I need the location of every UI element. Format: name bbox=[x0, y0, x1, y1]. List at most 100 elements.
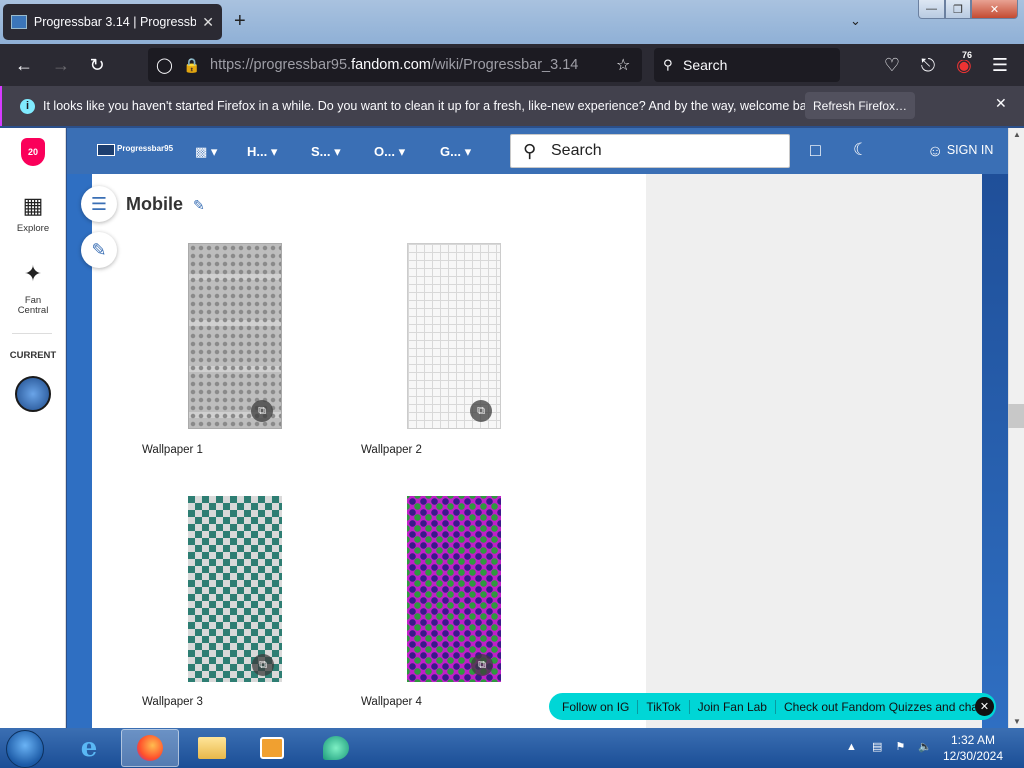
pencil-icon: ✎ bbox=[91, 239, 107, 260]
current-label: CURRENT bbox=[9, 350, 57, 361]
table-of-contents-button[interactable]: ☰ bbox=[81, 186, 117, 222]
wallpaper-caption: Wallpaper 1 bbox=[142, 444, 203, 456]
tiktok-link[interactable]: TikTok bbox=[638, 699, 690, 714]
messenger-icon[interactable] bbox=[307, 729, 365, 767]
dark-mode-moon-icon[interactable]: ☾ bbox=[853, 140, 868, 160]
current-wiki-avatar[interactable] bbox=[15, 376, 51, 412]
search-placeholder: Search bbox=[683, 57, 728, 73]
new-tab-icon[interactable]: + bbox=[234, 11, 246, 31]
sign-in-button[interactable]: ☺ SIGN IN bbox=[927, 143, 993, 161]
wallpaper-thumbnail[interactable]: ⧉ bbox=[188, 496, 282, 682]
network-icon[interactable]: ▤ bbox=[872, 741, 882, 753]
start-button[interactable] bbox=[6, 730, 44, 768]
browser-search-field[interactable]: ⚲ Search bbox=[654, 48, 840, 82]
system-clock[interactable]: 1:32 AM 12/30/2024 bbox=[930, 732, 1016, 764]
firefox-icon[interactable] bbox=[121, 729, 179, 767]
wallpaper-caption: Wallpaper 2 bbox=[361, 444, 422, 456]
internet-explorer-icon[interactable]: e bbox=[60, 729, 118, 767]
wiki-search-input[interactable]: ⚲ Search bbox=[510, 134, 790, 168]
wallpaper-thumbnail[interactable]: ⧉ bbox=[407, 243, 501, 429]
action-center-flag-icon[interactable]: ⚑ bbox=[895, 741, 905, 753]
clock-date: 12/30/2024 bbox=[942, 749, 1004, 763]
fandom-rail: 20 ▦ Explore ✦ Fan Central CURRENT bbox=[0, 128, 66, 728]
expand-image-icon[interactable]: ⧉ bbox=[471, 654, 493, 676]
wiki-logo-text[interactable]: Progressbar95 bbox=[117, 144, 173, 153]
refresh-firefox-button[interactable]: Refresh Firefox… bbox=[805, 92, 915, 119]
lock-icon[interactable]: 🔒 bbox=[183, 57, 200, 74]
file-explorer-icon[interactable] bbox=[183, 729, 241, 767]
follow-ig-link[interactable]: Follow on IG bbox=[549, 699, 639, 714]
explore-icon: ▦ bbox=[22, 193, 44, 218]
fan-central-label: Fan Central bbox=[17, 295, 49, 316]
wiki-logo-icon bbox=[97, 144, 115, 156]
expand-image-icon[interactable]: ⧉ bbox=[252, 654, 274, 676]
expand-image-icon[interactable]: ⧉ bbox=[470, 400, 492, 422]
notification-message: It looks like you haven't started Firefo… bbox=[43, 99, 823, 113]
user-icon: ☺ bbox=[927, 143, 944, 160]
page-scrollbar[interactable]: ▲ ▼ bbox=[1008, 128, 1024, 728]
section-title: Mobile bbox=[126, 194, 183, 214]
chevron-down-icon[interactable]: ⌄ bbox=[850, 13, 861, 29]
search-icon: ⚲ bbox=[523, 141, 537, 161]
close-tab-icon[interactable]: ✕ bbox=[202, 14, 214, 31]
rail-divider bbox=[12, 333, 52, 334]
clock-time: 1:32 AM bbox=[950, 733, 996, 747]
search-engine-icon: ⚲ bbox=[663, 57, 673, 72]
rocket-icon: ✦ bbox=[23, 261, 43, 286]
pocket-icon[interactable]: ♡ bbox=[879, 52, 905, 78]
browser-tab[interactable]: Progressbar 3.14 | Progressbar95 ✕ bbox=[3, 4, 222, 40]
extensions-icon[interactable]: ⎋ bbox=[915, 52, 941, 78]
tab-title: Progressbar 3.14 | Progressbar95 bbox=[33, 15, 197, 29]
forward-arrow-icon[interactable]: → bbox=[48, 52, 74, 78]
wiki-header: Progressbar95 ▩ ▾ H... ▾ S... ▾ O... ▾ G… bbox=[67, 128, 1010, 174]
scroll-down-icon[interactable]: ▼ bbox=[1013, 717, 1021, 726]
social-follow-bar: Follow on IG TikTok Join Fan Lab Check o… bbox=[549, 693, 996, 720]
wiki-background-right bbox=[982, 174, 1008, 728]
nav-item-4[interactable]: G... ▾ bbox=[440, 144, 471, 160]
nav-item-2[interactable]: S... ▾ bbox=[311, 144, 341, 160]
expand-image-icon[interactable]: ⧉ bbox=[251, 400, 273, 422]
minimize-window-button[interactable]: — bbox=[918, 0, 945, 19]
close-window-button[interactable]: ✕ bbox=[971, 0, 1018, 19]
site-favicon-icon bbox=[11, 15, 27, 29]
sign-in-label: SIGN IN bbox=[946, 143, 994, 157]
wallpaper-thumbnail[interactable]: ⧉ bbox=[407, 496, 501, 682]
nav-item-wiki[interactable]: ▩ ▾ bbox=[195, 144, 217, 160]
discussions-icon[interactable]: □ bbox=[810, 140, 821, 161]
edit-page-button[interactable]: ✎ bbox=[81, 232, 117, 268]
shield-icon[interactable]: ◯ bbox=[156, 56, 173, 74]
restore-window-button[interactable]: ❐ bbox=[945, 0, 971, 19]
fan-central-link[interactable]: ✦ Fan Central bbox=[0, 262, 66, 316]
window-controls: — ❐ ✕ bbox=[918, 0, 1018, 19]
tab-strip: Progressbar 3.14 | Progressbar95 ✕ + ⌄ —… bbox=[0, 0, 1024, 44]
reload-icon[interactable]: ↻ bbox=[84, 52, 110, 78]
wallpaper-caption: Wallpaper 3 bbox=[142, 696, 203, 708]
scroll-up-icon[interactable]: ▲ bbox=[1013, 130, 1021, 139]
nav-item-3[interactable]: O... ▾ bbox=[374, 144, 405, 160]
back-arrow-icon[interactable]: ← bbox=[11, 52, 37, 78]
fandom-quizzes-link[interactable]: Check out Fandom Quizzes and cha bbox=[776, 700, 986, 714]
nav-item-1[interactable]: H... ▾ bbox=[247, 144, 277, 160]
bookmark-star-icon[interactable]: ☆ bbox=[616, 55, 630, 75]
explore-label: Explore bbox=[16, 223, 50, 234]
url-text: https://progressbar95.fandom.com/wiki/Pr… bbox=[210, 57, 579, 73]
explore-link[interactable]: ▦ Explore bbox=[0, 194, 66, 234]
wiki-search-label: Search bbox=[551, 142, 602, 159]
system-tray: ▲ ▤ ⚑ 🔈 bbox=[846, 740, 932, 753]
media-player-icon[interactable] bbox=[243, 729, 301, 767]
windows-taskbar: e ▲ ▤ ⚑ 🔈 1:32 AM 12/30/2024 bbox=[0, 728, 1024, 768]
join-fan-lab-link[interactable]: Join Fan Lab bbox=[690, 699, 776, 714]
info-icon: i bbox=[20, 98, 35, 114]
fandom-logo-icon[interactable]: 20 bbox=[21, 138, 45, 166]
scrollbar-thumb[interactable] bbox=[1008, 404, 1024, 428]
close-notification-icon[interactable]: ✕ bbox=[995, 95, 1007, 112]
edit-section-pencil-icon[interactable]: ✎ bbox=[193, 197, 205, 214]
menu-hamburger-icon[interactable]: ☰ bbox=[987, 52, 1013, 78]
wallpaper-thumbnail[interactable]: ⧉ bbox=[188, 243, 282, 429]
close-social-bar-icon[interactable]: ✕ bbox=[975, 697, 994, 716]
addon-badge: 76 bbox=[960, 50, 975, 60]
show-hidden-icons-icon[interactable]: ▲ bbox=[846, 741, 857, 753]
address-bar[interactable]: ◯ 🔒 https://progressbar95.fandom.com/wik… bbox=[148, 48, 642, 82]
navigation-toolbar: ← → ↻ ◯ 🔒 https://progressbar95.fandom.c… bbox=[0, 44, 1024, 86]
list-icon: ☰ bbox=[90, 193, 108, 214]
